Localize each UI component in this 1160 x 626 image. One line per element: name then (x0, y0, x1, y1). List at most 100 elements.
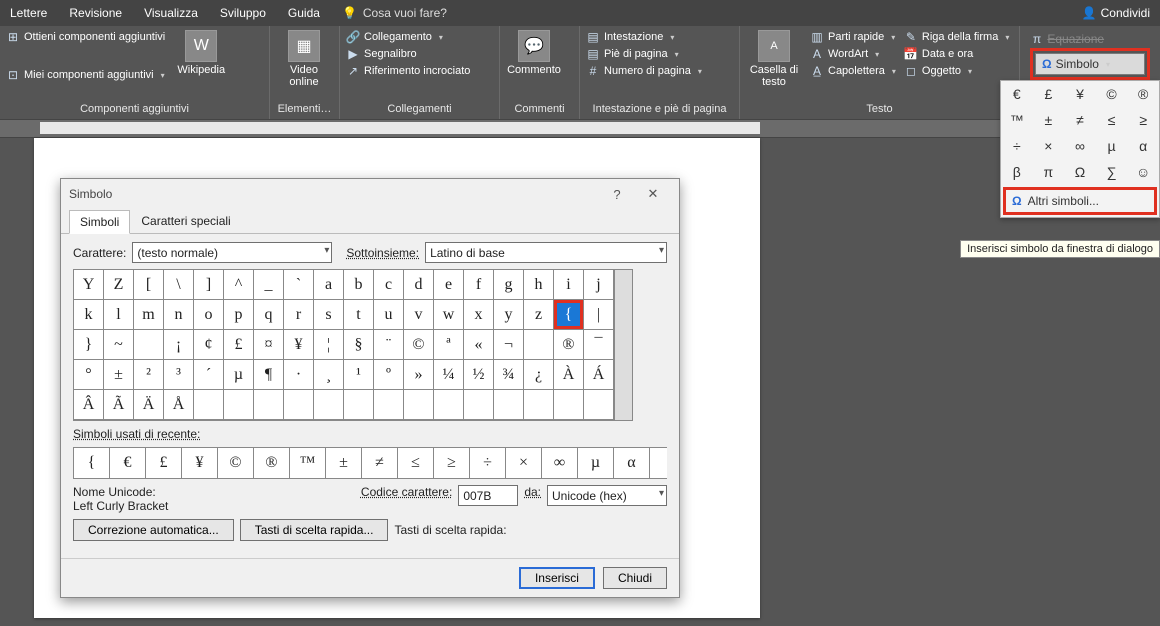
char-cell[interactable]: v (404, 300, 434, 330)
flyout-symbol-cell[interactable]: £ (1033, 81, 1065, 107)
char-cell[interactable]: ¡ (164, 330, 194, 360)
char-cell[interactable] (224, 390, 254, 420)
char-cell[interactable]: j (584, 270, 614, 300)
char-cell[interactable]: a (314, 270, 344, 300)
char-cell[interactable]: ´ (194, 360, 224, 390)
flyout-symbol-cell[interactable]: © (1096, 81, 1128, 107)
menu-lettere[interactable]: Lettere (10, 6, 47, 20)
header-button[interactable]: ▤Intestazione (586, 30, 702, 44)
char-cell[interactable]: Å (164, 390, 194, 420)
char-cell[interactable]: Z (104, 270, 134, 300)
flyout-symbol-cell[interactable]: Ω (1064, 159, 1096, 185)
char-cell[interactable]: [ (134, 270, 164, 300)
code-field[interactable]: 007B (458, 485, 518, 506)
recent-cell[interactable]: ¥ (182, 448, 218, 478)
char-grid[interactable]: YZ[\]^_`abcdefghijklmnopqrstuvwxyz{|}~¡¢… (73, 269, 614, 421)
char-cell[interactable]: ² (134, 360, 164, 390)
char-cell[interactable]: Y (74, 270, 104, 300)
char-cell[interactable]: l (104, 300, 134, 330)
footer-button[interactable]: ▤Piè di pagina (586, 47, 702, 61)
char-cell[interactable]: ¶ (254, 360, 284, 390)
char-cell[interactable]: Ä (134, 390, 164, 420)
char-cell[interactable]: ª (434, 330, 464, 360)
insert-button[interactable]: Inserisci (519, 567, 595, 589)
char-cell[interactable]: m (134, 300, 164, 330)
char-cell[interactable]: ¥ (284, 330, 314, 360)
char-cell[interactable] (134, 330, 164, 360)
char-cell[interactable]: b (344, 270, 374, 300)
char-cell[interactable]: « (464, 330, 494, 360)
textbox-button[interactable]: A Casella di testo (744, 28, 804, 90)
recent-cell[interactable]: ÷ (470, 448, 506, 478)
char-cell[interactable]: µ (224, 360, 254, 390)
char-cell[interactable] (254, 390, 284, 420)
char-cell[interactable]: Ã (104, 390, 134, 420)
char-cell[interactable]: ¤ (254, 330, 284, 360)
wikipedia-button[interactable]: W Wikipedia (171, 28, 231, 78)
char-cell[interactable]: o (194, 300, 224, 330)
char-cell[interactable]: { (554, 300, 584, 330)
help-button[interactable]: ? (599, 187, 635, 202)
my-addins-button[interactable]: ⊡Miei componenti aggiuntivi (6, 68, 165, 82)
char-cell[interactable]: u (374, 300, 404, 330)
recent-cell[interactable]: α (614, 448, 650, 478)
char-cell[interactable]: » (404, 360, 434, 390)
char-cell[interactable]: ] (194, 270, 224, 300)
char-cell[interactable]: y (494, 300, 524, 330)
char-cell[interactable] (554, 390, 584, 420)
recent-cell[interactable]: ™ (290, 448, 326, 478)
menu-revisione[interactable]: Revisione (69, 6, 122, 20)
recent-cell[interactable]: ∞ (542, 448, 578, 478)
recent-cell[interactable]: µ (578, 448, 614, 478)
from-select[interactable]: Unicode (hex)▾ (547, 485, 667, 506)
char-cell[interactable]: c (374, 270, 404, 300)
recent-row[interactable]: {€£¥©®™±≠≤≥÷×∞µα (73, 447, 667, 479)
char-cell[interactable]: ` (284, 270, 314, 300)
char-cell[interactable]: s (314, 300, 344, 330)
recent-cell[interactable]: ± (326, 448, 362, 478)
wordart-button[interactable]: AWordArt (810, 47, 896, 61)
flyout-symbol-cell[interactable]: € (1001, 81, 1033, 107)
flyout-symbol-cell[interactable]: ∞ (1064, 133, 1096, 159)
tab-symbols[interactable]: Simboli (69, 210, 130, 234)
menu-guida[interactable]: Guida (288, 6, 320, 20)
flyout-symbol-cell[interactable]: ☺ (1127, 159, 1159, 185)
flyout-symbol-cell[interactable]: ÷ (1001, 133, 1033, 159)
char-cell[interactable]: ¿ (524, 360, 554, 390)
more-symbols-button[interactable]: Ω Altri simboli... (1006, 190, 1154, 212)
bookmark-button[interactable]: ▶Segnalibro (346, 47, 470, 61)
char-cell[interactable]: ½ (464, 360, 494, 390)
char-cell[interactable]: t (344, 300, 374, 330)
font-select[interactable]: (testo normale)▾ (132, 242, 332, 263)
close-icon[interactable]: ✕ (635, 186, 671, 202)
flyout-symbol-cell[interactable]: ≤ (1096, 107, 1128, 133)
flyout-symbol-cell[interactable]: π (1033, 159, 1065, 185)
char-cell[interactable]: ¼ (434, 360, 464, 390)
char-cell[interactable]: ¸ (314, 360, 344, 390)
char-cell[interactable]: d (404, 270, 434, 300)
flyout-symbol-cell[interactable]: × (1033, 133, 1065, 159)
get-addins-button[interactable]: ⊞Ottieni componenti aggiuntivi (6, 30, 165, 44)
link-button[interactable]: 🔗Collegamento (346, 30, 470, 44)
char-cell[interactable]: w (434, 300, 464, 330)
char-cell[interactable]: h (524, 270, 554, 300)
char-cell[interactable] (434, 390, 464, 420)
char-cell[interactable]: ³ (164, 360, 194, 390)
char-cell[interactable]: i (554, 270, 584, 300)
equation-button[interactable]: π Equazione (1030, 32, 1150, 46)
char-cell[interactable] (284, 390, 314, 420)
char-cell[interactable]: ­ (524, 330, 554, 360)
char-cell[interactable] (314, 390, 344, 420)
char-cell[interactable] (584, 390, 614, 420)
char-cell[interactable]: \ (164, 270, 194, 300)
char-cell[interactable]: ^ (224, 270, 254, 300)
char-cell[interactable]: § (344, 330, 374, 360)
char-cell[interactable]: Â (74, 390, 104, 420)
flyout-symbol-cell[interactable]: α (1127, 133, 1159, 159)
char-cell[interactable] (404, 390, 434, 420)
char-cell[interactable] (344, 390, 374, 420)
char-cell[interactable]: k (74, 300, 104, 330)
recent-cell[interactable]: { (74, 448, 110, 478)
recent-cell[interactable]: ≤ (398, 448, 434, 478)
sigline-button[interactable]: ✎Riga della firma (904, 30, 1009, 44)
